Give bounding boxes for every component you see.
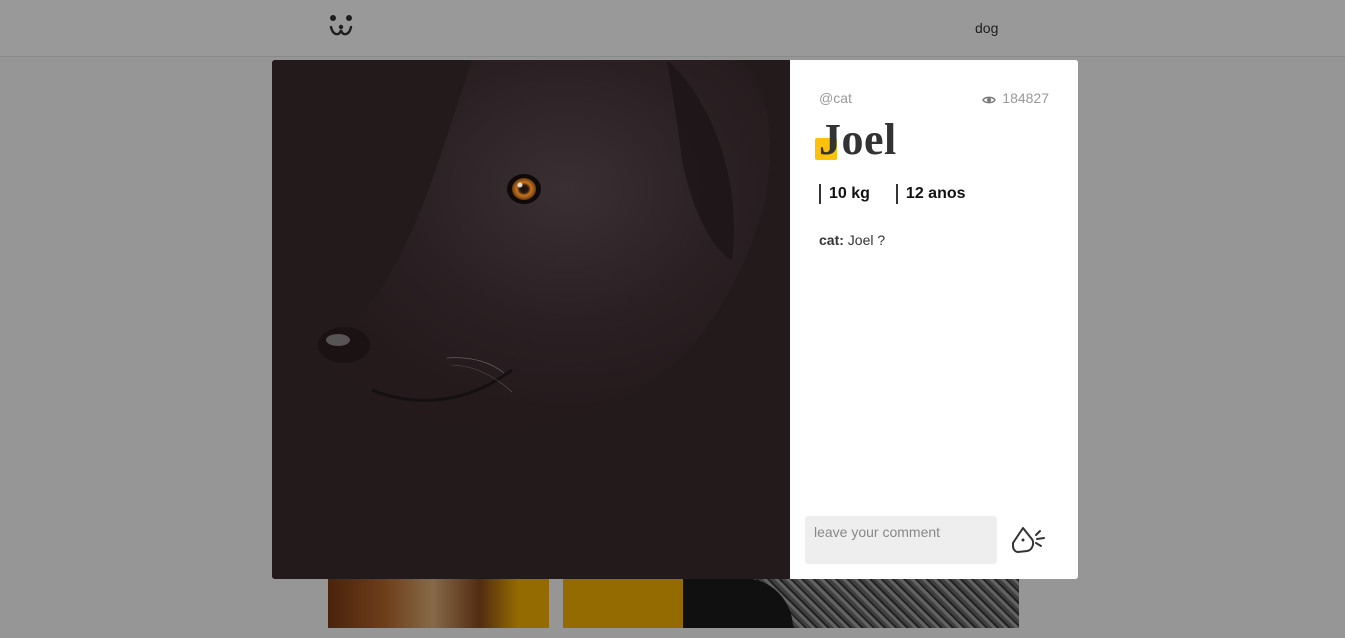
weight-attribute: 10 kg xyxy=(819,184,870,204)
author-link[interactable]: @cat xyxy=(819,90,852,106)
pet-title: Joel xyxy=(815,112,897,168)
comment-input[interactable] xyxy=(805,516,997,564)
comment-text: Joel ? xyxy=(847,232,886,248)
photo-details-panel: @cat 184827 Joel 10 kg 12 anos cat: Joel … xyxy=(790,60,1078,579)
page-title[interactable]: Joel xyxy=(819,112,897,168)
eye-icon xyxy=(982,92,997,108)
comment-author: cat: xyxy=(819,232,844,248)
dog-bark-send-icon xyxy=(1009,527,1049,559)
dog-photo xyxy=(272,60,790,579)
comment-item: cat: Joel ? xyxy=(819,232,885,248)
photo-modal: @cat 184827 Joel 10 kg 12 anos cat: Joel … xyxy=(272,60,1078,579)
age-attribute: 12 anos xyxy=(895,184,966,204)
views-count: 184827 xyxy=(1002,90,1049,106)
send-comment-button[interactable] xyxy=(1009,522,1049,556)
comments-list: cat: Joel ? xyxy=(819,232,885,248)
pet-attributes: 10 kg 12 anos xyxy=(819,184,992,204)
views-counter: 184827 xyxy=(982,90,1049,108)
